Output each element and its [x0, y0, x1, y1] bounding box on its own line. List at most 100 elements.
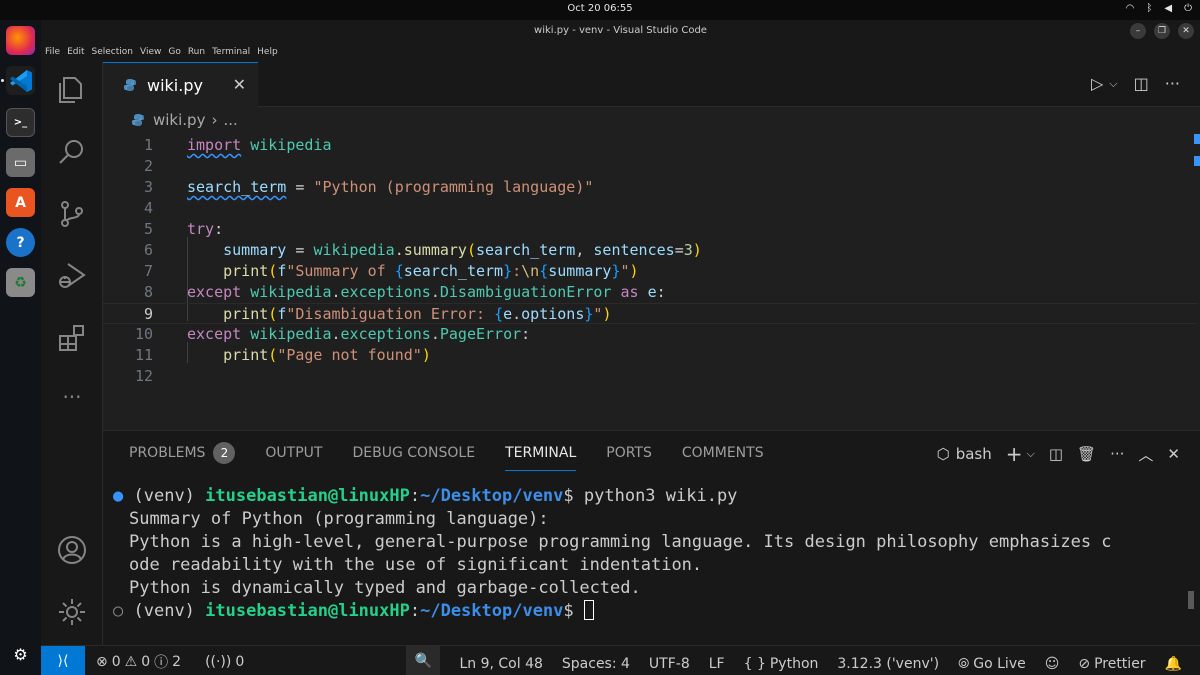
power-icon[interactable]: ⏻: [1184, 3, 1192, 14]
cursor-position[interactable]: Ln 9, Col 48: [459, 656, 542, 672]
problems-status[interactable]: ⊗ 0 ⚠ 0 ⓘ 2: [96, 652, 181, 672]
line-number: 5: [143, 220, 153, 238]
split-editor-icon[interactable]: ◫: [1134, 74, 1149, 93]
show-apps-icon[interactable]: ⚙: [6, 640, 35, 669]
menu-terminal[interactable]: Terminal: [212, 47, 250, 57]
menu-edit[interactable]: Edit: [67, 47, 84, 57]
remote-indicator-icon[interactable]: ⟩⟨: [41, 646, 85, 675]
more-actions-icon[interactable]: ···: [1165, 74, 1180, 93]
new-terminal-icon[interactable]: +: [1006, 442, 1023, 466]
explorer-icon[interactable]: [56, 74, 88, 106]
bottom-panel: PROBLEMS 2 OUTPUT DEBUG CONSOLE TERMINAL …: [103, 430, 1200, 645]
broadcast-icon: ⦾: [958, 656, 970, 672]
tab-problems[interactable]: PROBLEMS 2: [129, 441, 236, 471]
terminal-icon[interactable]: >_: [6, 108, 35, 137]
menu-help[interactable]: Help: [257, 47, 278, 57]
line-number: 3: [143, 178, 153, 196]
code-editor[interactable]: 1 import wikipedia 2 3 search_term = "Py…: [103, 132, 1200, 430]
extensions-icon[interactable]: [56, 322, 88, 354]
kill-terminal-trash-icon[interactable]: 🗑: [1077, 445, 1096, 463]
terminal-output-line: Python is dynamically typed and garbage-…: [129, 578, 641, 598]
code-line: 2: [103, 156, 1197, 177]
prettier-status[interactable]: ⊘ Prettier: [1078, 656, 1145, 672]
menu-file[interactable]: File: [45, 47, 60, 57]
broadcast-icon: ((·)): [205, 654, 232, 670]
tab-wiki-py[interactable]: wiki.py ✕: [103, 62, 258, 107]
menu-run[interactable]: Run: [188, 47, 205, 57]
more-actions-icon[interactable]: ···: [1110, 445, 1124, 463]
accounts-icon[interactable]: [56, 534, 88, 566]
line-number: 2: [143, 157, 153, 175]
tab-comments[interactable]: COMMENTS: [682, 441, 764, 471]
window-title: wiki.py - venv - Visual Studio Code: [534, 25, 707, 36]
close-panel-icon[interactable]: ✕: [1167, 445, 1180, 463]
copilot-icon[interactable]: ☺: [1045, 656, 1060, 672]
tab-ports[interactable]: PORTS: [606, 441, 652, 471]
help-icon[interactable]: ?: [6, 228, 35, 257]
language-mode[interactable]: { } Python: [744, 656, 819, 672]
line-number: 8: [143, 283, 153, 301]
trash-icon[interactable]: ♻: [6, 268, 35, 297]
ports-status[interactable]: ((·)) 0: [205, 654, 244, 670]
code-line: 4: [103, 198, 1197, 219]
restore-button[interactable]: ❐: [1154, 23, 1170, 39]
terminal-prompt-line: ○ (venv) itusebastian@linuxHP:~/Desktop/…: [113, 600, 1183, 623]
run-dropdown-chevron-icon[interactable]: ⌵: [1109, 77, 1117, 91]
code-line: 3 search_term = "Python (programming lan…: [103, 177, 1197, 198]
app-center-icon[interactable]: A: [6, 188, 35, 217]
terminal-shell-label[interactable]: bash: [956, 445, 992, 463]
terminal-output[interactable]: ● (venv) itusebastian@linuxHP:~/Desktop/…: [113, 485, 1183, 623]
maximize-panel-chevron-up-icon[interactable]: ︿: [1138, 444, 1153, 465]
run-python-file-icon[interactable]: ▷: [1091, 74, 1103, 93]
line-number: 9: [143, 305, 153, 323]
line-number: 6: [143, 241, 153, 259]
files-icon[interactable]: ▭: [6, 148, 35, 177]
tab-debug-console[interactable]: DEBUG CONSOLE: [352, 441, 475, 471]
system-clock[interactable]: Oct 20 06:55: [0, 3, 1200, 14]
search-icon[interactable]: [56, 136, 88, 168]
terminal-scrollbar[interactable]: [1188, 591, 1194, 609]
activity-bar: ···: [41, 62, 103, 645]
close-window-button[interactable]: ✕: [1178, 23, 1194, 39]
firefox-icon[interactable]: [6, 26, 35, 55]
menu-go[interactable]: Go: [168, 47, 180, 57]
code-text: except wikipedia.exceptions.Disambiguati…: [187, 283, 666, 301]
bluetooth-icon[interactable]: ᛒ: [1146, 3, 1152, 14]
indentation[interactable]: Spaces: 4: [562, 656, 630, 672]
command-success-dot-icon[interactable]: ●: [113, 486, 123, 506]
python-file-icon: [131, 114, 145, 126]
breadcrumb-file[interactable]: wiki.py: [153, 111, 205, 129]
code-line: 12: [103, 366, 1197, 387]
python-interpreter[interactable]: 3.12.3 ('venv'): [837, 656, 939, 672]
zoom-icon[interactable]: 🔍: [406, 646, 441, 675]
notifications-bell-icon[interactable]: 🔔: [1165, 656, 1182, 672]
go-live-button[interactable]: ⦾ Go Live: [958, 656, 1026, 672]
source-control-icon[interactable]: [56, 198, 88, 230]
minimize-button[interactable]: –: [1130, 23, 1146, 39]
tab-terminal[interactable]: TERMINAL: [505, 441, 577, 471]
menu-selection[interactable]: Selection: [92, 47, 133, 57]
manage-gear-icon[interactable]: [56, 596, 88, 628]
editor-overview-ruler[interactable]: [1194, 132, 1200, 430]
more-icon[interactable]: ···: [56, 384, 88, 416]
vscode-icon[interactable]: [6, 66, 35, 95]
terminal-dropdown-chevron-icon[interactable]: ⌵: [1027, 447, 1035, 461]
line-number: 7: [143, 262, 153, 280]
braces-icon: { }: [743, 656, 766, 672]
tab-close-icon[interactable]: ✕: [233, 75, 246, 94]
split-terminal-icon[interactable]: ◫: [1049, 445, 1063, 463]
system-tray[interactable]: ◠ ᛒ ◀ ⏻: [1126, 3, 1192, 14]
code-line: 1 import wikipedia: [103, 135, 1197, 156]
tab-output[interactable]: OUTPUT: [265, 441, 322, 471]
breadcrumb-separator: ›: [211, 111, 218, 129]
wifi-icon[interactable]: ◠: [1126, 3, 1135, 14]
code-text: print(f"Disambiguation Error: {e.options…: [223, 305, 612, 323]
run-debug-icon[interactable]: [56, 260, 88, 292]
encoding[interactable]: UTF-8: [649, 656, 690, 672]
end-of-line[interactable]: LF: [709, 656, 725, 672]
code-text: except wikipedia.exceptions.PageError:: [187, 325, 531, 343]
menu-view[interactable]: View: [140, 47, 161, 57]
breadcrumb-symbols[interactable]: ...: [223, 111, 237, 129]
volume-icon[interactable]: ◀: [1164, 3, 1172, 14]
panel-tabs: PROBLEMS 2 OUTPUT DEBUG CONSOLE TERMINAL …: [129, 441, 764, 471]
